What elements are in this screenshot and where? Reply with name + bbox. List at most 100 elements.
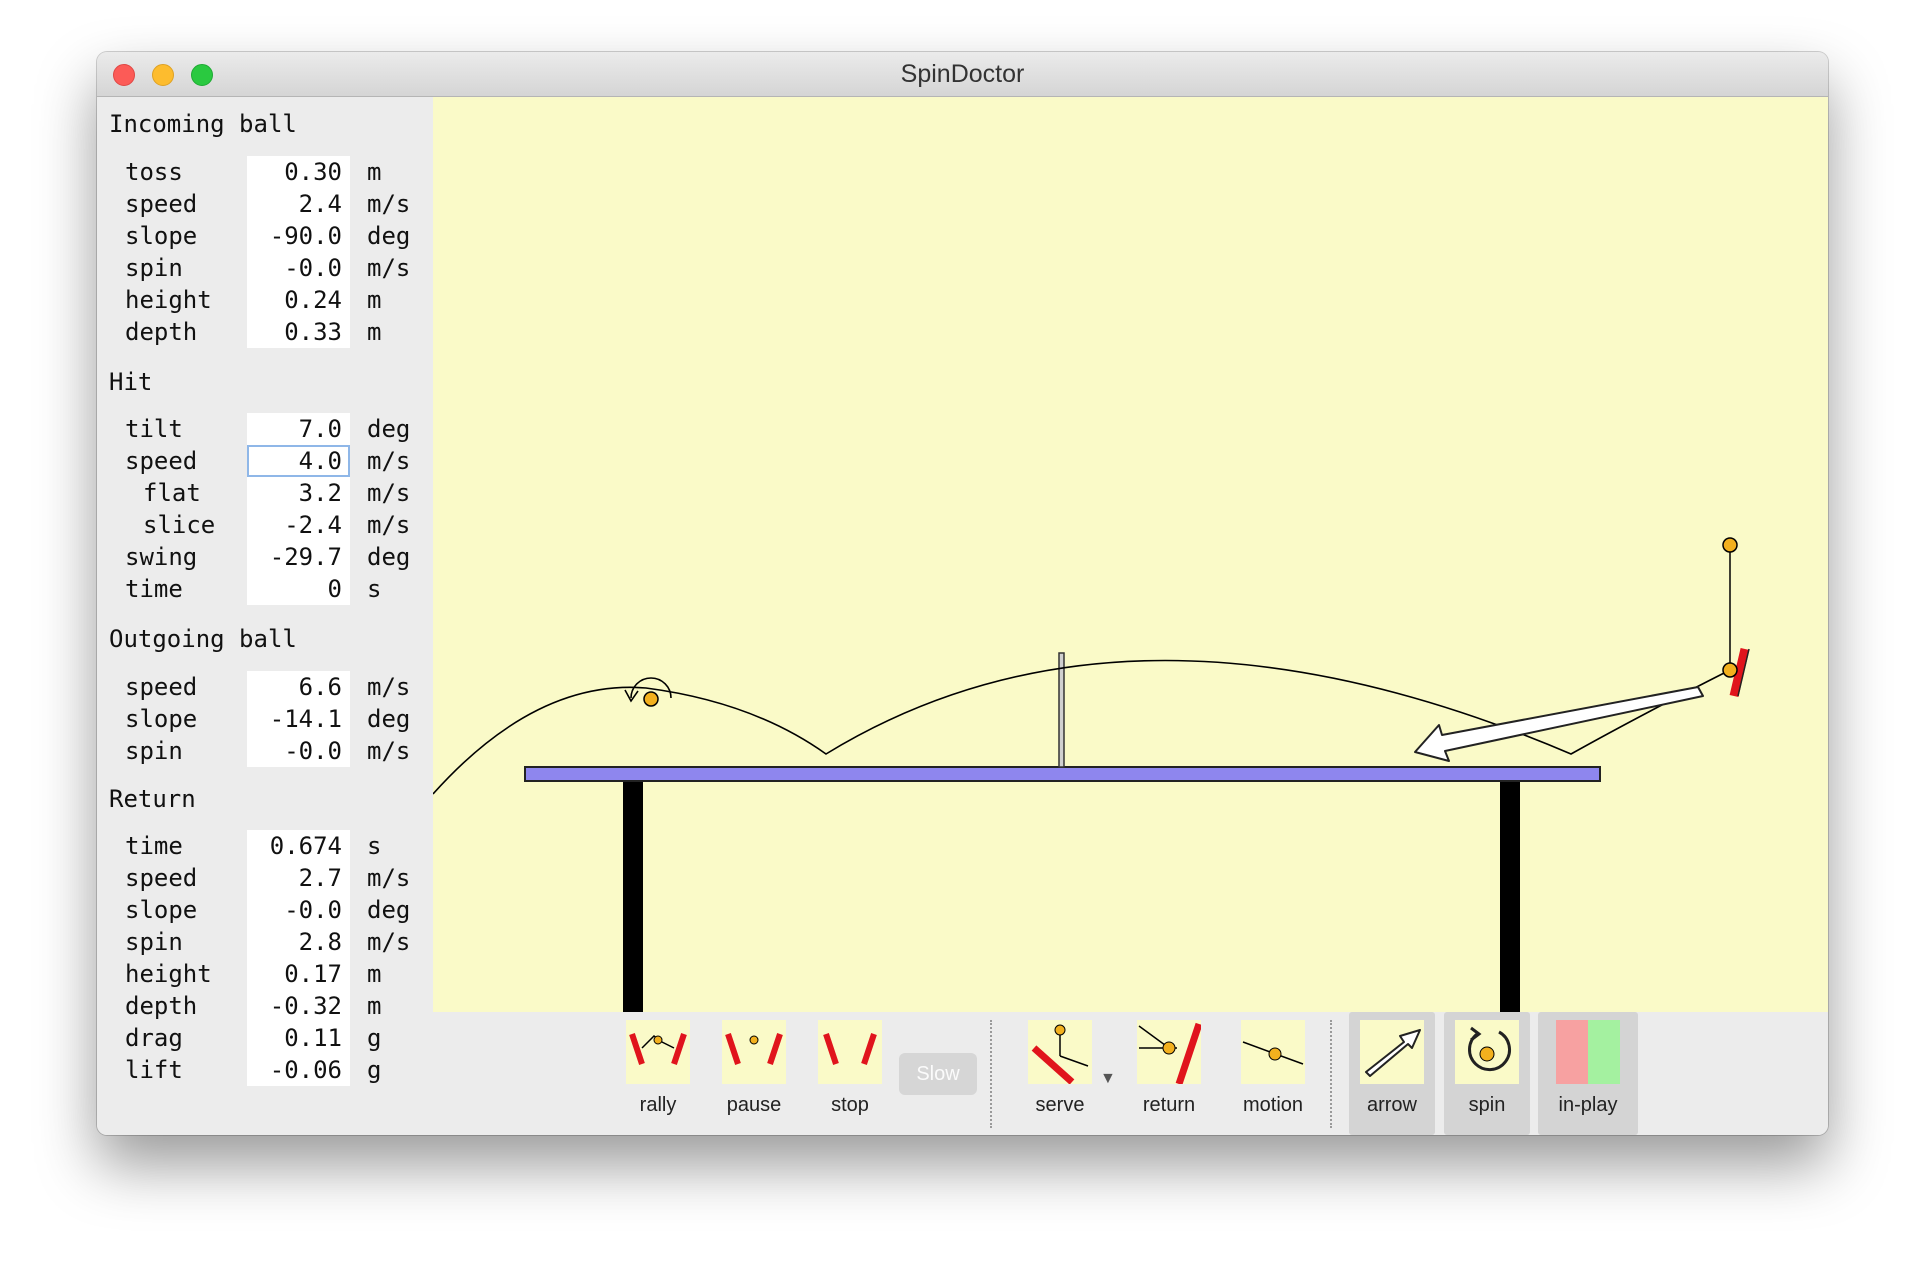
param-value-field[interactable]: 0.30 [247,156,350,188]
in-play-label: in-play [1558,1094,1618,1116]
param-row: lift -0.06 g [97,1054,433,1086]
param-label: depth [125,992,198,1020]
param-value-field[interactable]: 0.24 [247,284,350,316]
pause-button[interactable]: pause [711,1012,797,1135]
param-row: slice -2.4 m/s [97,509,433,541]
spin-icon [1455,1020,1519,1084]
param-value-field[interactable]: -90.0 [247,220,350,252]
toss-handle[interactable] [1722,537,1738,553]
serve-dropdown-icon[interactable]: ▼ [1100,1070,1116,1088]
param-row: time 0.674 s [97,830,433,862]
in-play-icon [1556,1020,1620,1084]
param-value-field[interactable]: 0 [247,573,350,605]
param-value-field[interactable]: 2.8 [247,926,350,958]
param-label: spin [125,928,183,956]
toolbar-separator [1330,1020,1332,1128]
param-value-field[interactable]: -0.0 [247,252,350,284]
param-unit: m [367,960,382,988]
arrow-label: arrow [1366,1094,1417,1116]
param-row: speed 2.7 m/s [97,862,433,894]
net [1058,652,1065,768]
param-row: speed 4.0 m/s [97,445,433,477]
param-unit: s [367,575,382,603]
param-label: speed [125,447,198,475]
param-label: height [125,960,212,988]
param-row: slope -14.1 deg [97,703,433,735]
param-value-field[interactable]: -0.06 [247,1054,350,1086]
stop-button[interactable]: stop [807,1012,893,1135]
simulation-canvas[interactable] [432,97,1828,1012]
arrow-icon [1360,1020,1424,1084]
param-value-field[interactable]: 0.17 [247,958,350,990]
arrow-toggle[interactable]: arrow [1349,1012,1435,1135]
motion-button[interactable]: motion [1230,1012,1316,1135]
param-value-field-selected[interactable]: 4.0 [247,445,350,477]
in-play-toggle[interactable]: in-play [1538,1012,1638,1135]
param-value-field[interactable]: 2.7 [247,862,350,894]
param-row: spin -0.0 m/s [97,252,433,284]
param-value-field[interactable]: 7.0 [247,413,350,445]
param-value-field[interactable]: 0.674 [247,830,350,862]
param-unit: m [367,286,382,314]
param-unit: m/s [367,928,411,956]
param-row: spin 2.8 m/s [97,926,433,958]
param-unit: m/s [367,254,411,282]
param-unit: deg [367,543,411,571]
title-bar[interactable]: SpinDoctor [97,52,1828,97]
param-row: swing -29.7 deg [97,541,433,573]
param-label: toss [125,158,183,186]
spin-toggle[interactable]: spin [1444,1012,1530,1135]
param-row: time 0 s [97,573,433,605]
param-label: slope [125,705,198,733]
toolbar-separator [990,1020,992,1128]
rally-button[interactable]: rally [615,1012,701,1135]
param-value-field[interactable]: -0.0 [247,894,350,926]
param-value-field[interactable]: -14.1 [247,703,350,735]
param-value-field[interactable]: -29.7 [247,541,350,573]
param-value-field[interactable]: 0.33 [247,316,350,348]
serve-label: serve [1035,1094,1085,1116]
velocity-arrow[interactable] [1414,686,1704,762]
section-title-incoming: Incoming ball [109,110,297,138]
param-row: height 0.17 m [97,958,433,990]
serve-icon [1028,1020,1092,1085]
incoming-ball[interactable] [643,691,659,707]
return-button[interactable]: return [1126,1012,1212,1135]
rally-label: rally [639,1094,677,1116]
param-unit: g [367,1056,382,1084]
param-row: spin -0.0 m/s [97,735,433,767]
param-row: tilt 7.0 deg [97,413,433,445]
param-value-field[interactable]: -0.32 [247,990,350,1022]
app-window: SpinDoctor Incoming ball toss 0.30 m spe… [97,52,1828,1135]
table-top[interactable] [524,766,1601,782]
param-unit: m/s [367,447,411,475]
section-title-return: Return [109,785,196,813]
param-unit: m/s [367,190,411,218]
param-label: swing [125,543,198,571]
param-value-field[interactable]: 6.6 [247,671,350,703]
param-row: flat 3.2 m/s [97,477,433,509]
param-label: height [125,286,212,314]
stop-label: stop [831,1094,869,1116]
param-value-field[interactable]: 0.11 [247,1022,350,1054]
stop-icon [818,1020,882,1084]
section-title-hit: Hit [109,368,153,396]
param-value-field[interactable]: -0.0 [247,735,350,767]
param-label: lift [125,1056,183,1084]
param-label: time [125,832,183,860]
hit-ball[interactable] [1722,662,1738,678]
serve-button[interactable]: serve [1017,1012,1103,1135]
param-unit: m/s [367,673,411,701]
slow-button[interactable]: Slow [899,1053,977,1095]
param-value-field[interactable]: 3.2 [247,477,350,509]
param-row: speed 2.4 m/s [97,188,433,220]
param-unit: m [367,318,382,346]
return-icon [1137,1020,1203,1086]
param-label: flat [143,479,201,507]
param-label: spin [125,254,183,282]
param-value-field[interactable]: -2.4 [247,509,350,541]
param-row: toss 0.30 m [97,156,433,188]
param-value-field[interactable]: 2.4 [247,188,350,220]
param-row: drag 0.11 g [97,1022,433,1054]
param-unit: m/s [367,511,411,539]
